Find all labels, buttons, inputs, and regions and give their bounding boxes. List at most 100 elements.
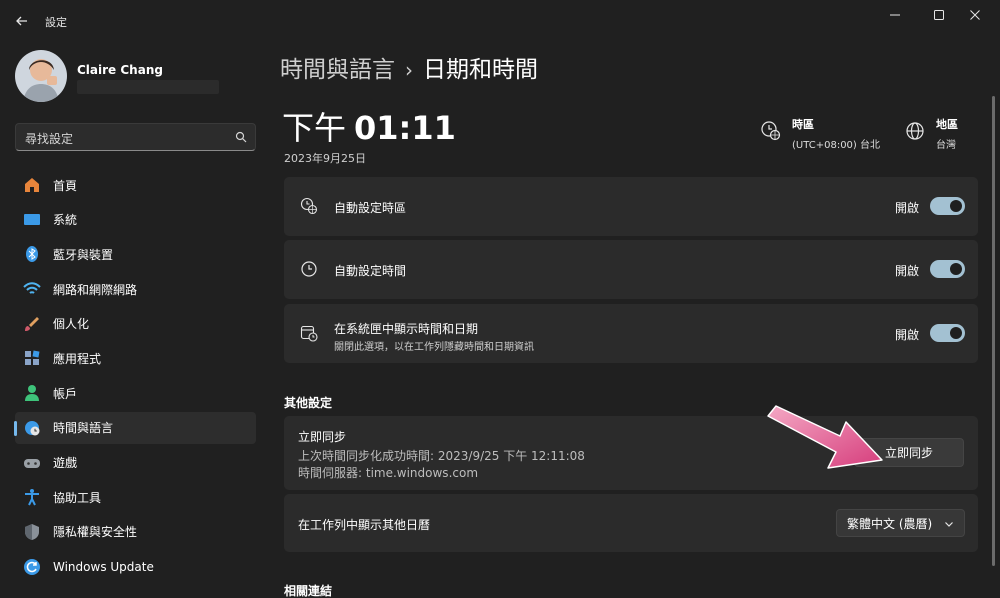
time-ampm: 下午 — [282, 109, 347, 147]
auto-time-card: 自動設定時間 開啟 — [284, 240, 978, 299]
breadcrumb: 時間與語言 › 日期和時間 — [280, 50, 538, 84]
tray-show-toggle[interactable] — [930, 324, 965, 342]
accessibility-icon — [23, 488, 41, 506]
sidebar-item-label: 協助工具 — [53, 490, 102, 505]
sidebar-item-accounts[interactable]: 帳戶 — [15, 377, 256, 409]
minimize-button[interactable] — [875, 4, 915, 26]
sidebar-item-label: 隱私權與安全性 — [53, 525, 138, 540]
globe-clock-outline-icon — [761, 121, 781, 141]
sidebar-item-label: 個人化 — [53, 317, 90, 332]
breadcrumb-separator: › — [405, 58, 413, 82]
sidebar: Claire Chang 尋找設定 首頁 系統 藍牙與裝置 網路和網際網路 個人… — [0, 42, 268, 598]
user-name: Claire Chang — [77, 63, 163, 77]
wifi-icon — [23, 280, 41, 298]
gamepad-icon — [23, 454, 41, 472]
sidebar-item-label: 系統 — [53, 213, 78, 228]
app-title: 設定 — [45, 16, 67, 29]
avatar[interactable] — [15, 50, 67, 102]
monitor-icon — [23, 211, 41, 229]
chevron-down-icon — [945, 522, 953, 527]
user-email-redacted — [77, 80, 219, 94]
page-title: 日期和時間 — [423, 57, 538, 83]
region-value: 台灣 — [936, 140, 956, 151]
sidebar-item-label: 帳戶 — [53, 386, 78, 401]
user-photo-icon — [15, 50, 67, 102]
home-icon — [23, 176, 41, 194]
sidebar-item-label: 網路和網際網路 — [53, 282, 138, 297]
tray-show-label: 在系統匣中顯示時間和日期 — [334, 322, 479, 336]
close-button[interactable] — [955, 4, 995, 26]
sidebar-item-label: 應用程式 — [53, 351, 102, 366]
calendar-selected-value: 繁體中文 (農曆) — [847, 516, 933, 531]
auto-time-toggle[interactable] — [930, 260, 965, 278]
auto-timezone-card: 自動設定時區 開啟 — [284, 177, 978, 236]
sidebar-item-time-language[interactable]: 時間與語言 — [14, 411, 256, 444]
search-input[interactable]: 尋找設定 — [25, 130, 73, 147]
sidebar-item-windows-update[interactable]: Windows Update — [15, 551, 256, 583]
scrollbar[interactable] — [992, 96, 995, 566]
back-arrow-icon — [16, 16, 27, 26]
sync-last-time: 上次時間同步化成功時間: 2023/9/25 下午 12:11:08 — [298, 449, 585, 463]
search-icon — [235, 131, 247, 143]
breadcrumb-parent[interactable]: 時間與語言 — [280, 57, 395, 83]
sync-time-server: 時間伺服器: time.windows.com — [298, 466, 479, 480]
related-links-heading: 相關連結 — [284, 584, 333, 598]
tray-show-description: 關閉此選項，以在工作列隱藏時間和日期資訊 — [334, 342, 534, 353]
sync-title: 立即同步 — [298, 430, 347, 444]
minimize-icon — [890, 14, 900, 16]
sidebar-item-network[interactable]: 網路和網際網路 — [15, 273, 256, 305]
globe-clock-icon — [23, 419, 41, 437]
auto-timezone-toggle[interactable] — [930, 197, 965, 215]
main-content: 時間與語言 › 日期和時間 下午 01:11 2023年9月25日 時區 (UTC+0… — [280, 42, 986, 598]
timezone-title: 時區 — [792, 118, 814, 131]
auto-timezone-label: 自動設定時區 — [334, 201, 407, 215]
sidebar-item-privacy[interactable]: 隱私權與安全性 — [15, 516, 256, 548]
annotation-arrow-icon — [767, 405, 883, 469]
toggle-state-label: 開啟 — [895, 264, 920, 278]
sidebar-item-bluetooth[interactable]: 藍牙與裝置 — [15, 238, 256, 270]
sidebar-item-home[interactable]: 首頁 — [15, 169, 256, 201]
calendar-dropdown[interactable]: 繁體中文 (農曆) — [836, 509, 965, 537]
sidebar-item-system[interactable]: 系統 — [15, 204, 256, 236]
maximize-icon — [934, 10, 944, 20]
person-icon — [23, 384, 41, 402]
time-value: 01:11 — [354, 109, 456, 147]
calendar-label: 在工作列中顯示其他日曆 — [298, 518, 431, 532]
tray-show-card: 在系統匣中顯示時間和日期 關閉此選項，以在工作列隱藏時間和日期資訊 開啟 — [284, 304, 978, 363]
sidebar-item-accessibility[interactable]: 協助工具 — [15, 481, 256, 513]
sidebar-item-apps[interactable]: 應用程式 — [15, 342, 256, 374]
toggle-state-label: 開啟 — [895, 201, 920, 215]
title-bar: 設定 — [0, 0, 1000, 42]
region-info: 地區 台灣 — [904, 116, 958, 151]
current-date: 2023年9月25日 — [284, 152, 366, 165]
calendar-clock-icon — [300, 325, 318, 342]
toggle-state-label: 開啟 — [895, 328, 920, 342]
nav-list: 首頁 系統 藍牙與裝置 網路和網際網路 個人化 應用程式 帳戶 時間與語言 遊戲… — [14, 169, 256, 585]
other-settings-heading: 其他設定 — [284, 396, 333, 410]
sidebar-item-label: 遊戲 — [53, 456, 78, 470]
globe-clock-outline-icon — [300, 197, 318, 215]
sidebar-item-personalization[interactable]: 個人化 — [15, 308, 256, 340]
update-icon — [23, 558, 41, 576]
sidebar-item-label: 首頁 — [53, 178, 78, 193]
search-box[interactable]: 尋找設定 — [15, 123, 256, 151]
timezone-info: 時區 (UTC+08:00) 台北 — [760, 116, 880, 151]
apps-icon — [23, 349, 41, 367]
shield-icon — [23, 523, 41, 541]
timezone-value: (UTC+08:00) 台北 — [792, 140, 881, 151]
sidebar-item-gaming[interactable]: 遊戲 — [15, 447, 256, 479]
brush-icon — [23, 315, 41, 333]
sidebar-item-label: 藍牙與裝置 — [53, 247, 114, 262]
close-icon — [970, 10, 980, 20]
region-title: 地區 — [936, 118, 958, 131]
globe-icon — [906, 122, 924, 140]
back-button[interactable] — [12, 11, 32, 31]
sidebar-item-label: 時間與語言 — [53, 421, 114, 436]
bluetooth-icon — [23, 245, 41, 263]
clock-icon — [301, 261, 317, 277]
sidebar-item-label: Windows Update — [53, 559, 154, 574]
auto-time-label: 自動設定時間 — [334, 264, 407, 278]
calendar-card: 在工作列中顯示其他日曆 繁體中文 (農曆) — [284, 494, 978, 552]
current-time: 下午 01:11 — [282, 103, 456, 149]
maximize-button[interactable] — [919, 4, 959, 26]
